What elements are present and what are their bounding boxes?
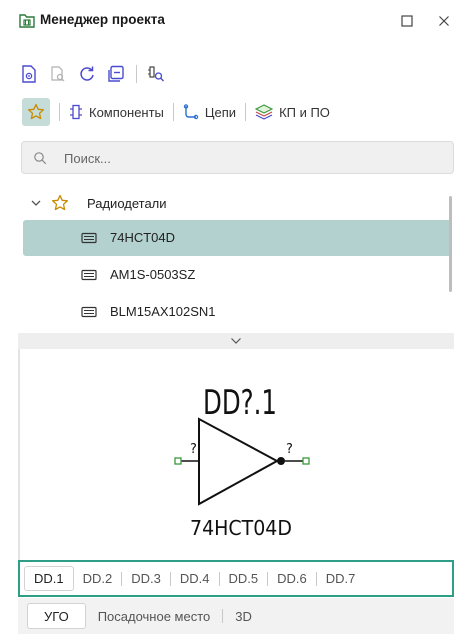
tree-group-radio-parts[interactable]: Радиодетали [18,186,454,222]
title-bar: Менеджер проекта [0,0,454,40]
find-component-icon[interactable] [145,63,167,85]
filter-tab-components[interactable]: Компоненты [69,104,164,120]
search-document-icon[interactable] [47,63,69,85]
star-icon [27,103,45,120]
component-tree: Радиодетали 74HCT04D AM1S-0503SZ BLM15AX… [18,186,454,332]
tree-scrollbar[interactable] [449,196,452,292]
part-tab[interactable]: DD.3 [122,566,170,591]
tab-3d[interactable]: 3D [223,603,264,629]
pin-input [174,457,182,465]
view-tabs: УГО Посадочное место 3D [18,598,454,634]
pin-input-label: ? [190,442,197,457]
window-title: Менеджер проекта [40,12,165,27]
chevron-down-icon [231,338,241,344]
favorites-button[interactable] [22,98,50,126]
filter-bar: Компоненты Цепи КП и ПО [22,98,330,126]
pin-output-label: ? [286,442,293,457]
tree-item[interactable]: BLM15AX102SN1 [18,294,454,330]
pin-output [302,457,310,465]
chip-icon [81,269,97,284]
part-tab[interactable]: DD.6 [268,566,316,591]
filter-separator [172,103,174,121]
part-tab[interactable]: DD.4 [171,566,219,591]
chip-icon [81,306,97,321]
toolbar-separator [136,65,137,83]
tree-group-label: Радиодетали [87,196,167,211]
filter-tab-label: КП и ПО [279,104,330,120]
net-icon [183,104,199,120]
filter-tab-pads-vias[interactable]: КП и ПО [255,104,330,120]
search-box[interactable] [21,141,454,174]
search-input[interactable] [64,148,424,168]
symbol-refdes: DD?.1 [203,383,277,423]
pads-vias-icon [255,104,274,120]
search-icon [33,151,47,165]
part-tab[interactable]: DD.2 [74,566,122,591]
part-tab[interactable]: DD.1 [24,566,74,591]
open-document-icon[interactable] [18,63,40,85]
chevron-down-icon[interactable] [30,197,42,212]
component-icon [70,104,82,120]
refresh-icon[interactable] [76,63,98,85]
part-tab[interactable]: DD.5 [220,566,268,591]
tab-symbol[interactable]: УГО [27,603,86,629]
tree-item-label: 74HCT04D [110,230,176,245]
filter-tab-nets[interactable]: Цепи [183,104,236,120]
maximize-icon[interactable] [399,13,415,29]
filter-separator [245,103,247,121]
tree-item[interactable]: 74HCT04D [23,220,451,256]
project-manager-icon [18,12,36,30]
filter-tab-label: Компоненты [89,104,164,120]
collapse-all-icon[interactable] [105,63,127,85]
filter-separator [59,103,60,121]
star-icon [51,194,69,215]
tree-item-label: AM1S-0503SZ [110,267,196,282]
part-tabs: DD.1 DD.2 DD.3 DD.4 DD.5 DD.6 DD.7 [18,560,454,597]
symbol-preview: DD?.1 ? ? 74HCT04D [18,349,454,561]
close-icon[interactable] [436,13,452,29]
tab-footprint[interactable]: Посадочное место [86,603,223,629]
chip-icon [81,232,97,247]
tree-item[interactable]: AM1S-0503SZ [18,257,454,293]
preview-splitter[interactable] [18,333,454,349]
main-toolbar [18,62,174,86]
filter-tab-label: Цепи [204,104,237,120]
symbol-part-name: 74HCT04D [190,516,292,540]
part-tab[interactable]: DD.7 [317,566,365,591]
schematic-symbol: DD?.1 ? ? 74HCT04D [174,383,310,540]
tree-item-label: BLM15AX102SN1 [110,304,216,319]
